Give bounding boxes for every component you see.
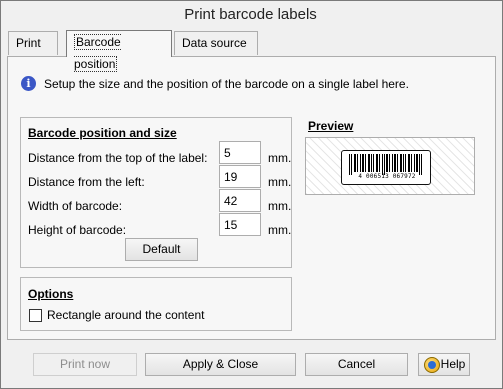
barcode-height-input[interactable] [219, 213, 261, 236]
info-text: Setup the size and the position of the b… [44, 77, 409, 91]
left-distance-input[interactable] [219, 165, 261, 188]
tab-label: Data source [182, 36, 247, 50]
help-icon [424, 357, 440, 373]
barcode-width-label: Width of barcode: [28, 199, 123, 213]
options-group [20, 277, 292, 331]
help-button-label: Help [440, 357, 466, 371]
tab-label: Print [16, 36, 41, 50]
position-group-title: Barcode position and size [28, 126, 177, 140]
rectangle-checkbox-label: Rectangle around the content [47, 308, 205, 322]
tab-label: Barcode position [74, 34, 121, 72]
window-title: Print barcode labels [184, 6, 317, 23]
preview-title: Preview [308, 119, 354, 133]
top-distance-unit: mm. [268, 151, 292, 165]
help-button[interactable]: Help [418, 353, 470, 376]
info-icon: i [21, 76, 36, 91]
barcode-height-unit: mm. [268, 223, 292, 237]
barcode-width-unit: mm. [268, 199, 292, 213]
barcode-digits: 4 006513 067972 [358, 173, 416, 180]
tab-print[interactable]: Print [8, 31, 58, 55]
top-distance-label: Distance from the top of the label: [28, 151, 208, 165]
print-now-button[interactable]: Print now [33, 353, 137, 376]
tab-barcode-position[interactable]: Barcode position [66, 30, 172, 72]
cancel-button[interactable]: Cancel [305, 353, 408, 376]
left-distance-unit: mm. [268, 175, 292, 189]
rectangle-checkbox[interactable] [29, 309, 42, 322]
apply-close-button[interactable]: Apply & Close [145, 353, 296, 376]
tab-data-source[interactable]: Data source [174, 31, 258, 55]
top-distance-input[interactable] [219, 141, 261, 164]
barcode-width-input[interactable] [219, 189, 261, 212]
barcode-preview: 4 006513 067972 [341, 150, 431, 185]
barcode-height-label: Height of barcode: [28, 223, 127, 237]
left-distance-label: Distance from the left: [28, 175, 145, 189]
options-group-title: Options [28, 287, 74, 301]
default-button[interactable]: Default [125, 238, 198, 261]
